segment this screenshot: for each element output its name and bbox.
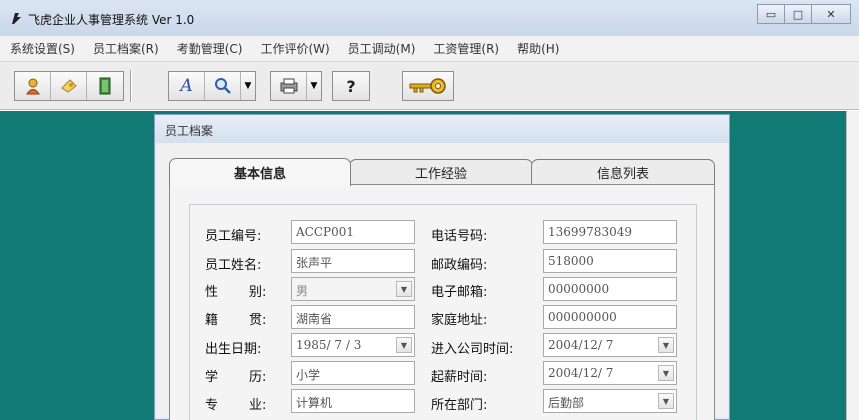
text-icon: A [180,76,193,96]
window-title: 飞虎企业人事管理系统 Ver 1.0 [28,13,195,27]
menu-employee-records[interactable]: 员工档案(R) [93,40,159,57]
search-button[interactable] [205,72,241,100]
toolbar-separator [130,70,132,102]
maximize-icon: □ [792,7,804,21]
print-dropdown-button[interactable]: ▼ [307,72,321,100]
maximize-button[interactable]: □ [784,4,812,24]
address-input[interactable]: 000000000 [543,305,677,329]
close-button[interactable]: ✕ [811,4,851,24]
login-key-button[interactable] [403,72,453,100]
major-label-b: 业: [249,398,267,413]
minimize-icon: ▭ [765,7,777,21]
join-date-picker[interactable]: 2004/12/ 7 ▼ [543,333,677,357]
employee-button[interactable] [15,72,51,100]
chevron-down-icon[interactable]: ▼ [658,365,674,381]
chevron-down-icon[interactable]: ▼ [396,337,412,353]
toolbar-group-print: ▼ [270,71,322,101]
education-label-a: 学 [205,370,219,385]
birth-date-value: 1985/ 7 / 3 [296,338,362,352]
search-icon [214,78,231,94]
chevron-down-icon[interactable]: ▼ [396,281,412,297]
employee-name-input[interactable]: 张声平 [291,249,415,273]
major-label-a: 专 [205,398,219,413]
gender-select[interactable]: 男 ▼ [291,277,415,301]
help-button[interactable]: ? [333,72,369,100]
app-logo-icon [12,13,21,24]
address-label: 家庭地址: [431,313,488,328]
key-icon [409,78,446,94]
text-button[interactable]: A [169,72,205,100]
employee-name-label: 员工姓名: [205,258,262,273]
search-dropdown-button[interactable]: ▼ [241,72,255,100]
employee-no-label: 员工编号: [205,229,262,244]
tab-basic-info[interactable]: 基本信息 [169,158,351,186]
email-label: 电子邮箱: [431,285,488,300]
tab-strip: 基本信息 工作经验 信息列表 [169,158,715,186]
exit-door-icon [99,77,111,95]
tab-info-list[interactable]: 信息列表 [531,159,715,185]
toolbar-group-records [14,71,124,101]
salary-start-value: 2004/12/ 7 [548,366,614,380]
person-icon [25,78,40,95]
minimize-button[interactable]: ▭ [757,4,785,24]
department-select[interactable]: 后勤部 ▼ [543,389,677,413]
caret-down-icon: ▼ [310,81,318,91]
window-controls: ▭ □ ✕ [757,4,851,26]
chevron-down-icon[interactable]: ▼ [658,337,674,353]
child-window-title: 员工档案 [165,124,214,138]
caret-down-icon: ▼ [244,81,252,91]
close-icon: ✕ [826,7,836,21]
toolbar-group-tools: A ▼ [168,71,256,101]
menu-attendance[interactable]: 考勤管理(C) [177,40,243,57]
email-input[interactable]: 00000000 [543,277,677,301]
title-bar: 飞虎企业人事管理系统 Ver 1.0 ▭ □ ✕ [0,0,859,36]
employee-no-input[interactable]: ACCP001 [291,220,415,244]
native-place-input[interactable]: 湖南省 [291,305,415,329]
chevron-down-icon[interactable]: ▼ [658,393,674,409]
help-icon: ? [346,76,356,96]
phone-label: 电话号码: [431,229,488,244]
print-icon [280,78,297,94]
toolbar-group-help: ? [332,71,370,101]
toolbar: A ▼ ▼ ? [0,62,859,110]
major-input[interactable]: 计算机 [291,389,415,413]
department-label: 所在部门: [431,398,488,413]
exit-button[interactable] [87,72,123,100]
tab-work-experience[interactable]: 工作经验 [349,159,533,185]
gender-label-a: 性 [205,285,219,300]
join-date-value: 2004/12/ 7 [548,338,614,352]
menu-help[interactable]: 帮助(H) [517,40,559,57]
education-label-b: 历: [249,370,267,385]
employee-records-window: 员工档案 基本信息 工作经验 信息列表 员工编号: 员工姓名: 性 别: 籍 贯… [154,114,730,420]
menu-system-settings[interactable]: 系统设置(S) [10,40,75,57]
education-input[interactable]: 小学 [291,361,415,385]
menu-bar: 系统设置(S) 员工档案(R) 考勤管理(C) 工作评价(W) 员工调动(M) … [0,36,859,62]
salary-start-picker[interactable]: 2004/12/ 7 ▼ [543,361,677,385]
note-icon [60,79,77,93]
child-window-titlebar: 员工档案 [155,115,729,143]
menu-transfer[interactable]: 员工调动(M) [348,40,416,57]
gender-label-b: 别: [249,285,267,300]
join-date-label: 进入公司时间: [431,342,514,357]
postcode-label: 邮政编码: [431,258,488,273]
salary-start-label: 起薪时间: [431,370,488,385]
gender-select-value: 男 [296,284,309,298]
right-side-panel [846,111,859,420]
notes-button[interactable] [51,72,87,100]
menu-evaluation[interactable]: 工作评价(W) [260,40,329,57]
toolbar-group-login [402,71,454,101]
department-select-value: 后勤部 [548,396,585,410]
native-place-label-b: 贯: [249,313,267,328]
print-button[interactable] [271,72,307,100]
phone-input[interactable]: 13699783049 [543,220,677,244]
menu-salary[interactable]: 工资管理(R) [433,40,499,57]
native-place-label-a: 籍 [205,313,219,328]
postcode-input[interactable]: 518000 [543,249,677,273]
birth-date-picker[interactable]: 1985/ 7 / 3 ▼ [291,333,415,357]
birth-date-label: 出生日期: [205,342,262,357]
